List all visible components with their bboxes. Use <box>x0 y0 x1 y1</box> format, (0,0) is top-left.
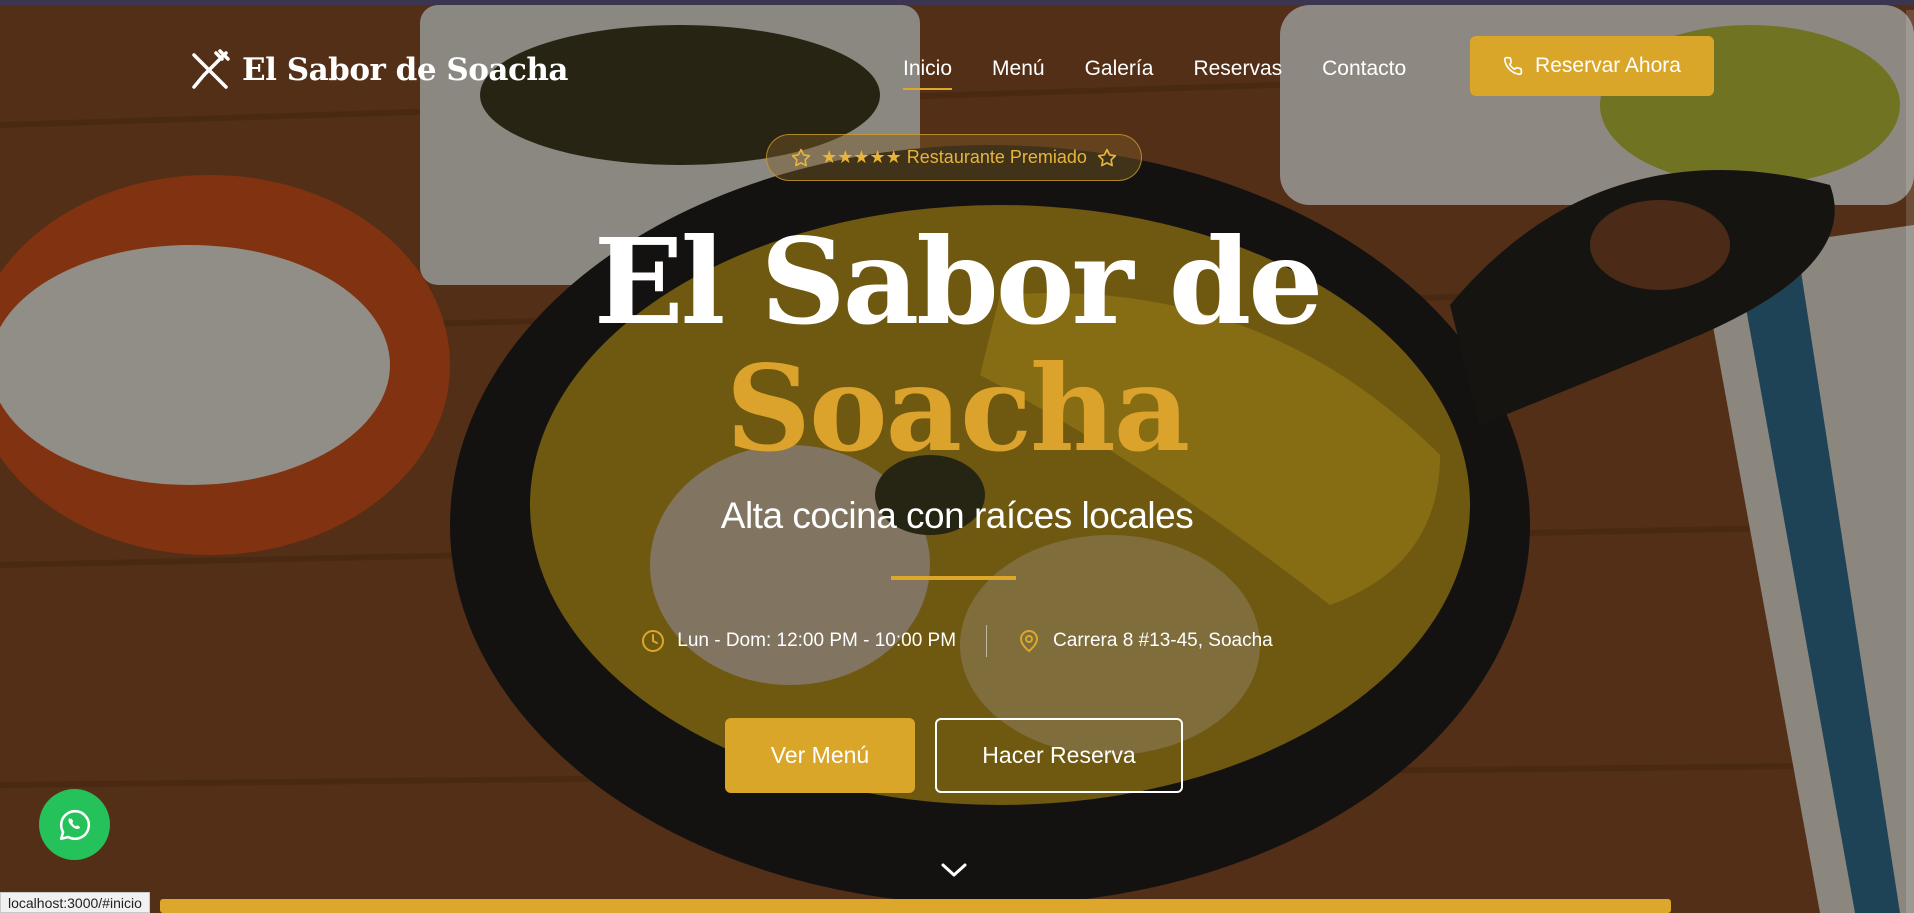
nav-link-reservas[interactable]: Reservas <box>1193 57 1282 81</box>
nav-link-galeria[interactable]: Galería <box>1085 57 1154 81</box>
whatsapp-button[interactable] <box>39 789 110 860</box>
hero-section: El Sabor de Soacha Inicio Menú Galería R… <box>0 5 1914 913</box>
reservar-ahora-label: Reservar Ahora <box>1535 54 1681 77</box>
window-top-strip <box>0 0 1914 5</box>
clock-icon <box>642 630 665 652</box>
hero-divider <box>891 576 1016 580</box>
award-badge: ★★★★★ Restaurante Premiado <box>766 134 1142 181</box>
brand-name: El Sabor de Soacha <box>242 52 569 88</box>
scroll-progress-fill <box>160 899 1672 913</box>
hero-buttons: Ver Menú Hacer Reserva <box>725 718 1183 793</box>
nav-link-contacto[interactable]: Contacto <box>1322 57 1406 81</box>
hours-info: Lun - Dom: 12:00 PM - 10:00 PM <box>641 629 956 653</box>
nav-link-inicio[interactable]: Inicio <box>903 57 953 90</box>
hero-title-line2: Soacha <box>725 339 1190 478</box>
nav-links: Inicio Menú Galería Reservas Contacto <box>903 57 1406 90</box>
award-badge-text: ★★★★★ Restaurante Premiado <box>821 147 1087 167</box>
address-info: Carrera 8 #13-45, Soacha <box>1017 629 1273 653</box>
address-text: Carrera 8 #13-45, Soacha <box>1053 630 1273 651</box>
utensils-crossed-icon <box>192 49 230 89</box>
hacer-reserva-button[interactable]: Hacer Reserva <box>935 718 1183 793</box>
hours-text: Lun - Dom: 12:00 PM - 10:00 PM <box>677 630 957 651</box>
hero-info: Lun - Dom: 12:00 PM - 10:00 PM Carrera 8… <box>0 625 1914 657</box>
info-separator <box>986 625 988 657</box>
phone-icon <box>1503 56 1523 76</box>
hero-tagline: Alta cocina con raíces locales <box>720 495 1194 536</box>
nav-link-menu[interactable]: Menú <box>992 57 1045 81</box>
scroll-progress-bar <box>160 899 1858 913</box>
navbar: El Sabor de Soacha Inicio Menú Galería R… <box>0 5 1914 135</box>
browser-status-url: localhost:3000/#inicio <box>0 892 150 913</box>
reservar-ahora-button[interactable]: Reservar Ahora <box>1470 36 1714 96</box>
star-outline-icon <box>791 148 811 166</box>
ver-menu-button[interactable]: Ver Menú <box>725 718 915 793</box>
chevron-down-icon[interactable] <box>940 861 968 879</box>
hero-title-line1: El Sabor de <box>593 212 1324 351</box>
brand-logo[interactable]: El Sabor de Soacha <box>190 49 569 91</box>
whatsapp-icon <box>59 809 90 840</box>
map-pin-icon <box>1020 630 1039 652</box>
star-outline-icon <box>1097 148 1117 166</box>
